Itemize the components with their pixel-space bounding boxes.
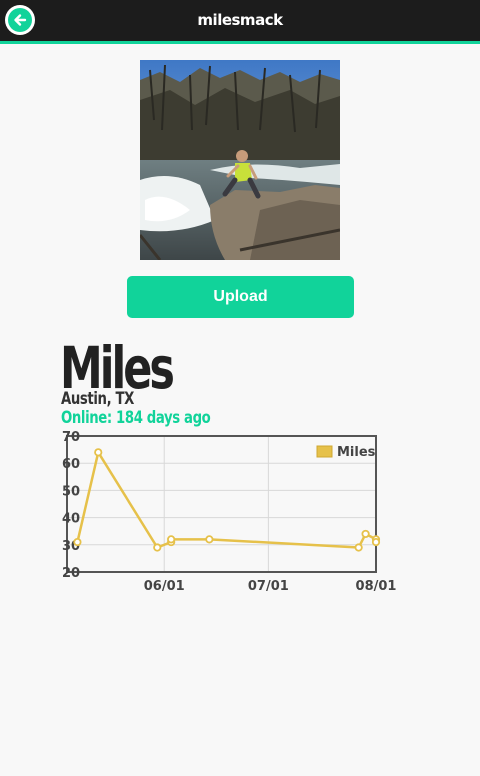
y-tick-label: 50 bbox=[62, 484, 80, 499]
data-point bbox=[153, 543, 162, 552]
x-axis-ticks: 06/01 07/01 08/01 bbox=[144, 579, 396, 594]
legend-swatch-miles bbox=[316, 445, 333, 458]
miles-line-chart: 706050403020 06/01 07/01 08/01 Miles bbox=[62, 430, 396, 594]
data-point bbox=[354, 543, 363, 552]
top-bar: milesmack bbox=[0, 0, 480, 44]
y-axis-ticks: 706050403020 bbox=[62, 430, 80, 581]
online-status: Online: 184 days ago bbox=[61, 408, 211, 428]
upload-button[interactable]: Upload bbox=[127, 276, 354, 318]
data-point bbox=[167, 535, 176, 544]
data-point bbox=[371, 537, 381, 547]
y-tick-label: 20 bbox=[62, 566, 80, 581]
y-tick-label: 70 bbox=[62, 430, 80, 445]
series-line-miles bbox=[76, 451, 378, 549]
data-point bbox=[73, 537, 82, 547]
data-point bbox=[94, 448, 103, 457]
y-tick-label: 40 bbox=[62, 512, 80, 527]
profile-location: Austin, TX bbox=[61, 389, 134, 409]
profile-photo bbox=[140, 60, 340, 260]
x-tick-label: 07/01 bbox=[248, 579, 289, 594]
data-point bbox=[205, 535, 214, 544]
chart-series bbox=[73, 448, 381, 552]
chart-legend: Miles bbox=[316, 445, 376, 460]
page-title: milesmack bbox=[197, 11, 283, 29]
x-tick-label: 06/01 bbox=[144, 579, 185, 594]
y-tick-label: 60 bbox=[62, 457, 80, 472]
data-point bbox=[361, 529, 370, 539]
x-tick-label: 08/01 bbox=[356, 579, 396, 594]
legend-label-miles: Miles bbox=[337, 445, 376, 460]
